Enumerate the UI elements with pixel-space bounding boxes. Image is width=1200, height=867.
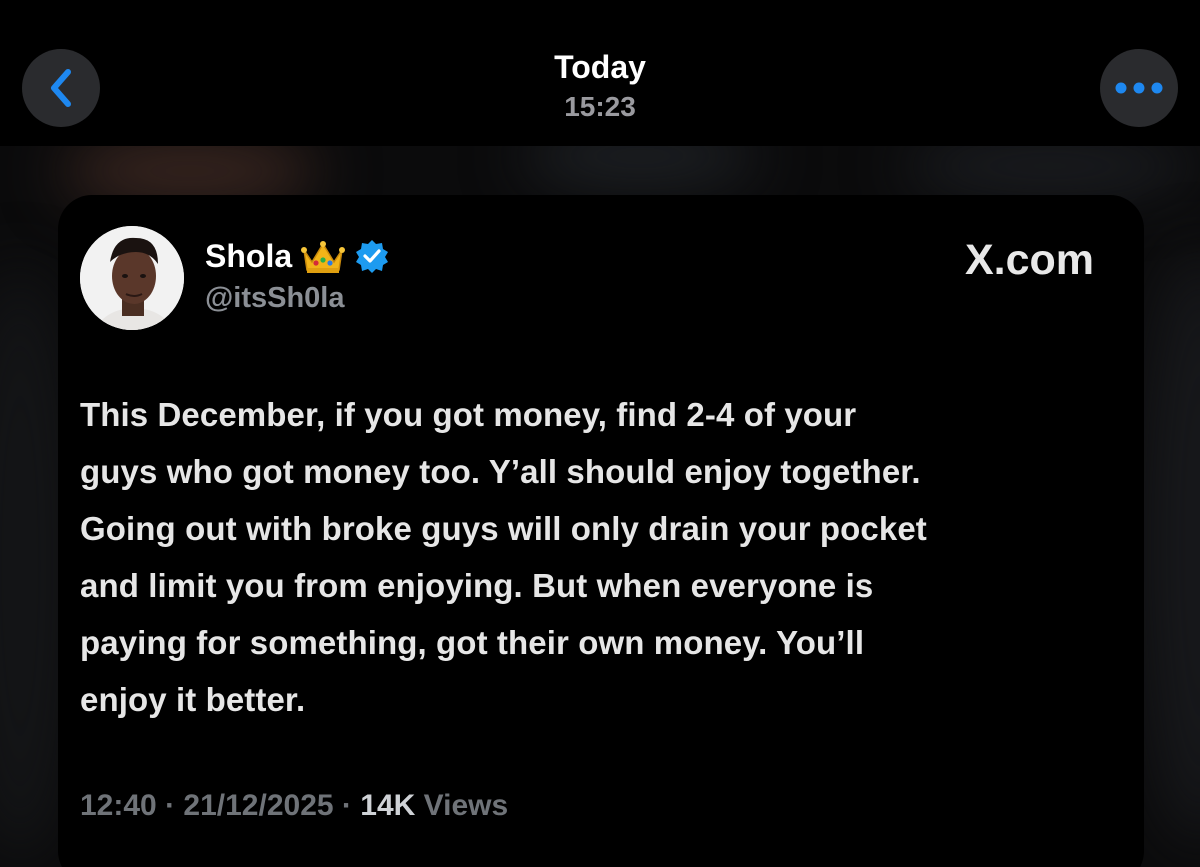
display-name-row: Shola: [205, 236, 390, 276]
tweet-time: 12:40: [80, 789, 157, 822]
meta-separator: ·: [165, 789, 176, 822]
source-logo[interactable]: X.com: [965, 234, 1094, 286]
ellipsis-icon: [1115, 82, 1163, 94]
meta-separator: ·: [341, 789, 352, 822]
profile-photo-icon: [80, 226, 184, 330]
top-nav-bar: Today 15:23: [0, 0, 1200, 146]
nav-timestamp: 15:23: [564, 91, 636, 122]
tweet-text-line: This December, if you got money, find 2-…: [80, 396, 857, 433]
tweet-date: 21/12/2025: [183, 789, 334, 822]
tweet-text-line: Going out with broke guys will only drai…: [80, 510, 927, 547]
more-options-button[interactable]: [1100, 49, 1178, 127]
user-handle[interactable]: @itsSh0la: [205, 280, 345, 316]
tweet-text-line: enjoy it better.: [80, 681, 306, 718]
crown-emoji-icon: [301, 241, 346, 273]
views-count: 14K: [360, 789, 416, 822]
source-label: X.com: [964, 236, 1094, 284]
tweet-text-line: and limit you from enjoying. But when ev…: [80, 567, 874, 604]
screen: Today 15:23 Shola @itsSh0la X.com This D…: [0, 0, 1200, 867]
tweet-meta: 12:40 · 21/12/2025 · 14K Views: [80, 786, 508, 826]
tweet-text: This December, if you got money, find 2-…: [80, 386, 1130, 728]
display-name[interactable]: Shola: [205, 236, 292, 276]
tweet-text-line: paying for something, got their own mone…: [80, 624, 865, 661]
tweet-text-line: guys who got money too. Y’all should enj…: [80, 453, 921, 490]
views-label: Views: [423, 789, 509, 822]
nav-title: Today: [554, 49, 646, 85]
verified-badge-icon: [356, 240, 389, 273]
avatar[interactable]: [80, 226, 184, 330]
